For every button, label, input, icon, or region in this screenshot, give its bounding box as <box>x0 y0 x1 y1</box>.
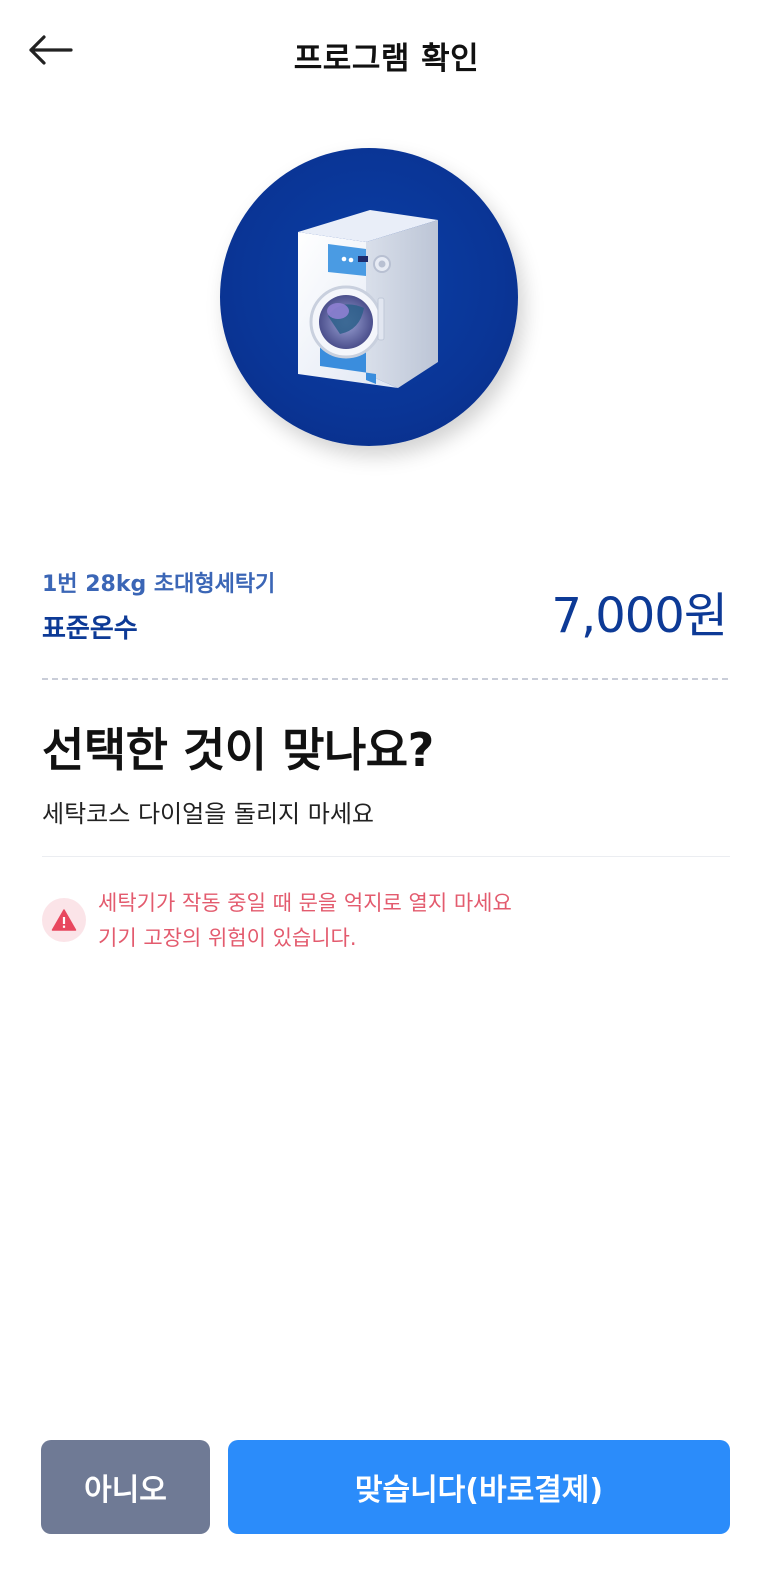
hero-illustration <box>220 148 518 446</box>
confirm-pay-button[interactable]: 맞습니다(바로결제) <box>228 1440 730 1534</box>
no-button[interactable]: 아니오 <box>41 1440 210 1534</box>
page-title: 프로그램 확인 <box>293 41 480 77</box>
course-name: 표준온수 <box>42 614 138 644</box>
divider <box>42 856 730 857</box>
confirm-subtext: 세탁코스 다이얼을 돌리지 마세요 <box>42 800 375 828</box>
warning-notice: 세탁기가 작동 중일 때 문을 억지로 열지 마세요 기기 고장의 위험이 있습… <box>42 886 732 966</box>
warning-line-1: 세탁기가 작동 중일 때 문을 억지로 열지 마세요 <box>98 891 512 915</box>
washing-machine-icon <box>298 210 438 388</box>
app-header: 프로그램 확인 <box>0 0 773 110</box>
warning-line-2: 기기 고장의 위험이 있습니다. <box>98 926 357 950</box>
confirm-question: 선택한 것이 맞나요? <box>42 723 434 777</box>
selected-program-summary: 1번 28kg 초대형세탁기 표준온수 7,000원 <box>42 562 732 652</box>
price: 7,000원 <box>551 588 728 644</box>
warning-triangle-icon <box>42 898 86 942</box>
machine-name: 1번 28kg 초대형세탁기 <box>42 572 276 597</box>
warning-text: 세탁기가 작동 중일 때 문을 억지로 열지 마세요 기기 고장의 위험이 있습… <box>98 886 512 956</box>
dashed-divider <box>42 678 728 680</box>
